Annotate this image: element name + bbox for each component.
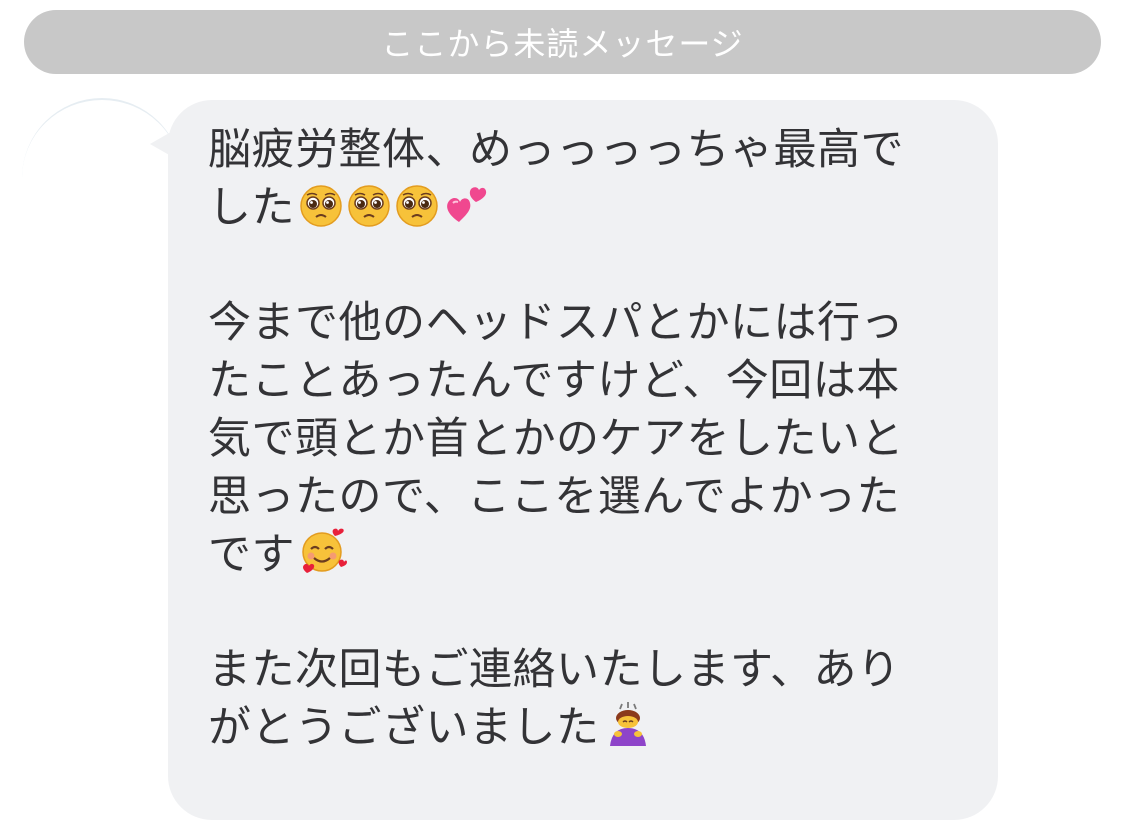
unread-divider-label: ここから未読メッセージ: [381, 25, 744, 63]
message-bubble[interactable]: 脳疲労整体、めっっっっちゃ最高で した 今まで他のヘッドスパとかには行っ たこと…: [168, 100, 998, 820]
message-line: です: [208, 527, 958, 585]
message-line: たことあったんですけど、今回は本: [208, 356, 900, 407]
smiling-face-with-hearts-icon: [299, 527, 347, 575]
message-line: 思ったので、ここを選んでよかった: [208, 471, 901, 522]
unread-messages-divider: ここから未読メッセージ: [24, 10, 1101, 74]
message-line: 今まで他のヘッドスパとかには行っ: [208, 298, 904, 349]
pleading-face-icon: [395, 184, 439, 228]
pleading-face-icon: [299, 184, 343, 228]
pleading-face-icon: [347, 184, 391, 228]
message-line: 脳疲労整体、めっっっっちゃ最高で: [208, 125, 904, 175]
avatar[interactable]: [22, 98, 182, 258]
two-hearts-icon: [443, 182, 489, 228]
message-line: した: [208, 180, 958, 238]
person-bowing-icon: [604, 700, 652, 748]
message-line: また次回もご連絡いたします、あり: [208, 645, 901, 696]
message-line: がとうございました: [208, 700, 958, 758]
message-line: 気で頭とか首とかのケアをしたいと: [208, 413, 904, 464]
